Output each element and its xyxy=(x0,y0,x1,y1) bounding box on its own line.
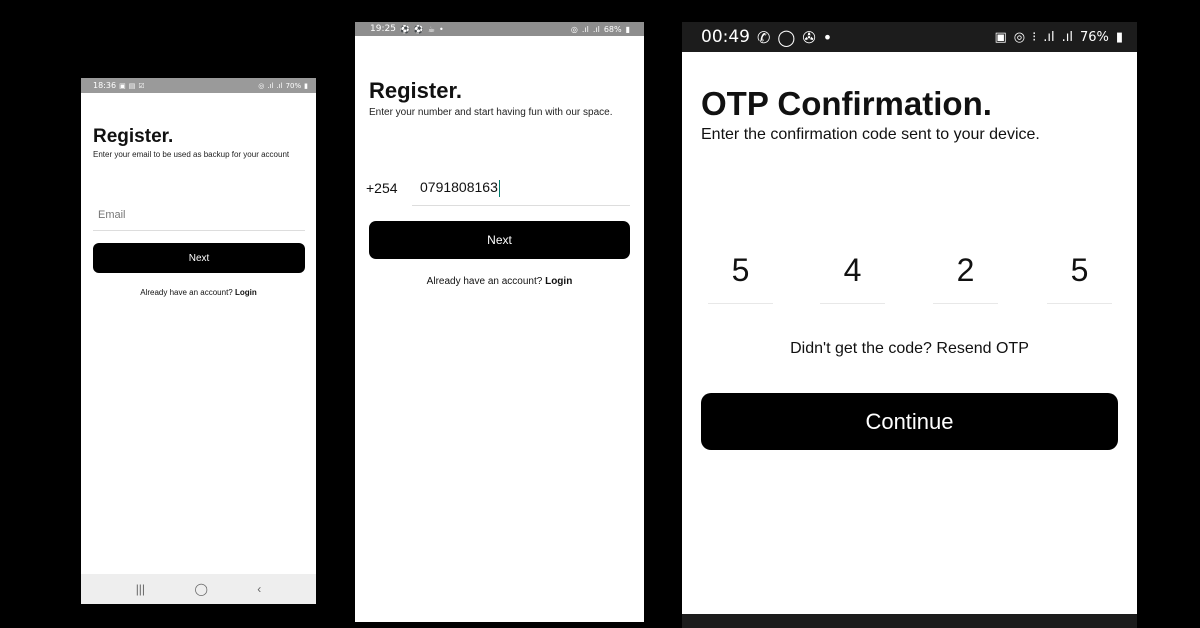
status-bar: 19:25 ⚽ ⚽ ☕ • ◎ .ıl .ıl 68% ▮ xyxy=(355,22,644,36)
status-time: 19:25 xyxy=(370,24,396,34)
dot-icon: • xyxy=(439,24,444,34)
chat-icon: ◯ xyxy=(777,27,796,47)
hotspot-icon: ◎ xyxy=(570,24,578,34)
otp-digit-2[interactable]: 4 xyxy=(820,238,885,304)
battery-percent: 70% xyxy=(285,81,302,90)
login-prompt-row: Already have an account? Login xyxy=(81,288,316,297)
battery-icon: ▮ xyxy=(304,81,308,90)
signal-icon: .ıl xyxy=(581,24,589,34)
status-time: 18:36 xyxy=(93,81,117,90)
status-time: 00:49 xyxy=(701,27,750,47)
otp-confirmation-screen: 00:49 ✆ ◯ ✇ • ▣ ◎ ⁝ .ıl .ıl 76% ▮ OTP Co… xyxy=(682,22,1137,628)
image-icon: ▤ xyxy=(128,81,136,90)
sim-icon: ▣ xyxy=(119,81,126,90)
check-icon: ☑ xyxy=(138,81,145,90)
hotspot-icon: ◎ xyxy=(1013,29,1026,45)
battery-icon: ▮ xyxy=(1115,29,1123,45)
continue-button[interactable]: Continue xyxy=(701,393,1118,450)
hotspot-icon: ◎ xyxy=(258,81,265,90)
signal-icon: .ıl xyxy=(1061,29,1073,45)
phone-number-value: 0791808163 xyxy=(420,179,498,195)
signal-icon: .ıl xyxy=(267,81,274,90)
back-icon[interactable]: ‹ xyxy=(257,582,261,596)
login-prompt-row: Already have an account? Login xyxy=(355,276,644,287)
login-prompt: Already have an account? xyxy=(140,288,233,297)
otp-digit-3[interactable]: 2 xyxy=(933,238,998,304)
login-link[interactable]: Login xyxy=(235,288,257,297)
country-code[interactable]: +254 xyxy=(366,180,398,196)
page-subtitle: Enter the confirmation code sent to your… xyxy=(701,126,1040,143)
login-link[interactable]: Login xyxy=(545,276,572,287)
login-prompt: Already have an account? xyxy=(426,276,543,287)
page-subtitle: Enter your number and start having fun w… xyxy=(369,107,613,118)
page-title: Register. xyxy=(93,126,174,147)
battery-percent: 76% xyxy=(1079,29,1109,45)
status-bar: 18:36 ▣ ▤ ☑ ◎ .ıl .ıl 70% ▮ xyxy=(81,78,316,93)
phone-register-screen: 19:25 ⚽ ⚽ ☕ • ◎ .ıl .ıl 68% ▮ Register. … xyxy=(355,22,644,622)
battery-icon: ▮ xyxy=(625,24,630,34)
signal-icon: .ıl xyxy=(592,24,600,34)
navigation-bar xyxy=(682,614,1137,628)
battery-percent: 68% xyxy=(603,24,622,34)
fan-icon: ✇ xyxy=(802,27,816,47)
cup-icon: ☕ xyxy=(427,24,436,34)
home-icon[interactable]: ◯ xyxy=(194,582,207,596)
page-title: OTP Confirmation. xyxy=(701,85,992,122)
resend-otp-link[interactable]: Didn't get the code? Resend OTP xyxy=(682,340,1137,358)
otp-digit-1[interactable]: 5 xyxy=(708,238,773,304)
whatsapp-icon: ✆ xyxy=(757,27,771,47)
next-button[interactable]: Next xyxy=(93,243,305,273)
phone-number-field[interactable]: 0791808163 xyxy=(412,172,630,206)
recents-icon[interactable]: ||| xyxy=(136,582,145,596)
navigation-bar: ||| ◯ ‹ xyxy=(81,574,316,604)
email-register-screen: 18:36 ▣ ▤ ☑ ◎ .ıl .ıl 70% ▮ Register. En… xyxy=(81,78,316,604)
sim-icon: ▣ xyxy=(994,29,1007,45)
page-subtitle: Enter your email to be used as backup fo… xyxy=(93,150,290,159)
status-bar: 00:49 ✆ ◯ ✇ • ▣ ◎ ⁝ .ıl .ıl 76% ▮ xyxy=(682,22,1137,52)
page-title: Register. xyxy=(369,78,462,103)
soccer-icon: ⚽ xyxy=(413,24,424,34)
signal-icon: .ıl xyxy=(1043,29,1055,45)
email-field[interactable]: Email xyxy=(93,206,305,231)
soccer-icon: ⚽ xyxy=(399,24,410,34)
text-cursor xyxy=(498,179,500,197)
dot-icon: • xyxy=(822,27,833,47)
signal-icon: .ıl xyxy=(276,81,283,90)
volte-icon: ⁝ xyxy=(1032,29,1037,45)
otp-digit-4[interactable]: 5 xyxy=(1047,238,1112,304)
next-button[interactable]: Next xyxy=(369,221,630,259)
